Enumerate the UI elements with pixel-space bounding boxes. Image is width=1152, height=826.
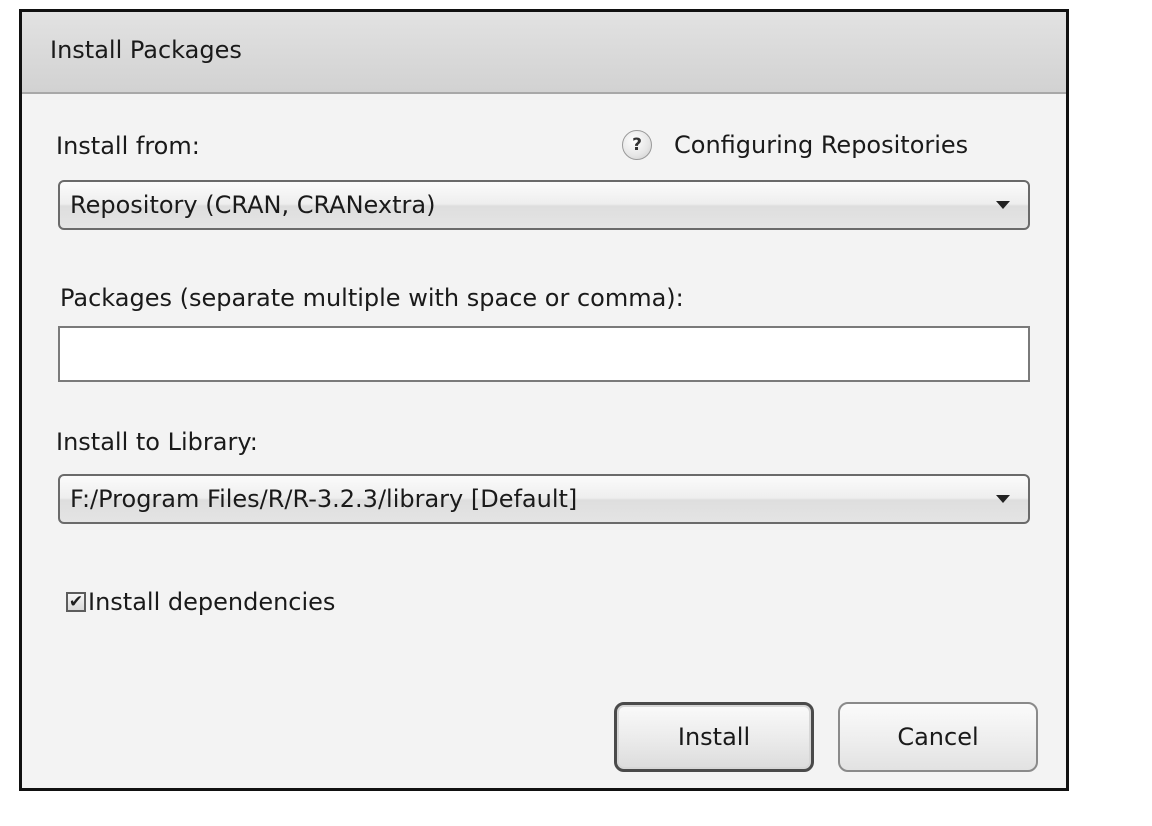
install-from-dropdown[interactable]: Repository (CRAN, CRANextra): [58, 180, 1030, 230]
install-packages-dialog: Install Packages Install from: ? Configu…: [19, 9, 1069, 791]
packages-input[interactable]: [58, 326, 1030, 382]
install-dependencies-label[interactable]: Install dependencies: [88, 588, 335, 616]
title-bar[interactable]: Install Packages: [22, 12, 1066, 94]
install-dependencies-checkbox[interactable]: ✔: [66, 592, 86, 612]
dialog-title: Install Packages: [50, 36, 242, 64]
install-to-library-dropdown[interactable]: F:/Program Files/R/R-3.2.3/library [Defa…: [58, 474, 1030, 524]
install-button[interactable]: Install: [614, 702, 814, 772]
configuring-repositories-link[interactable]: ? Configuring Repositories: [622, 128, 968, 162]
install-from-label: Install from:: [56, 132, 200, 160]
configuring-repositories-label[interactable]: Configuring Repositories: [674, 131, 968, 159]
help-icon[interactable]: ?: [622, 130, 652, 160]
install-from-selected-value: Repository (CRAN, CRANextra): [70, 191, 436, 219]
chevron-down-icon: [996, 495, 1010, 503]
chevron-down-icon: [996, 201, 1010, 209]
cancel-button[interactable]: Cancel: [838, 702, 1038, 772]
install-to-library-selected-value: F:/Program Files/R/R-3.2.3/library [Defa…: [70, 485, 578, 513]
install-to-library-label: Install to Library:: [56, 428, 258, 456]
install-dependencies-option[interactable]: ✔ Install dependencies: [66, 586, 335, 618]
packages-label: Packages (separate multiple with space o…: [60, 284, 684, 312]
